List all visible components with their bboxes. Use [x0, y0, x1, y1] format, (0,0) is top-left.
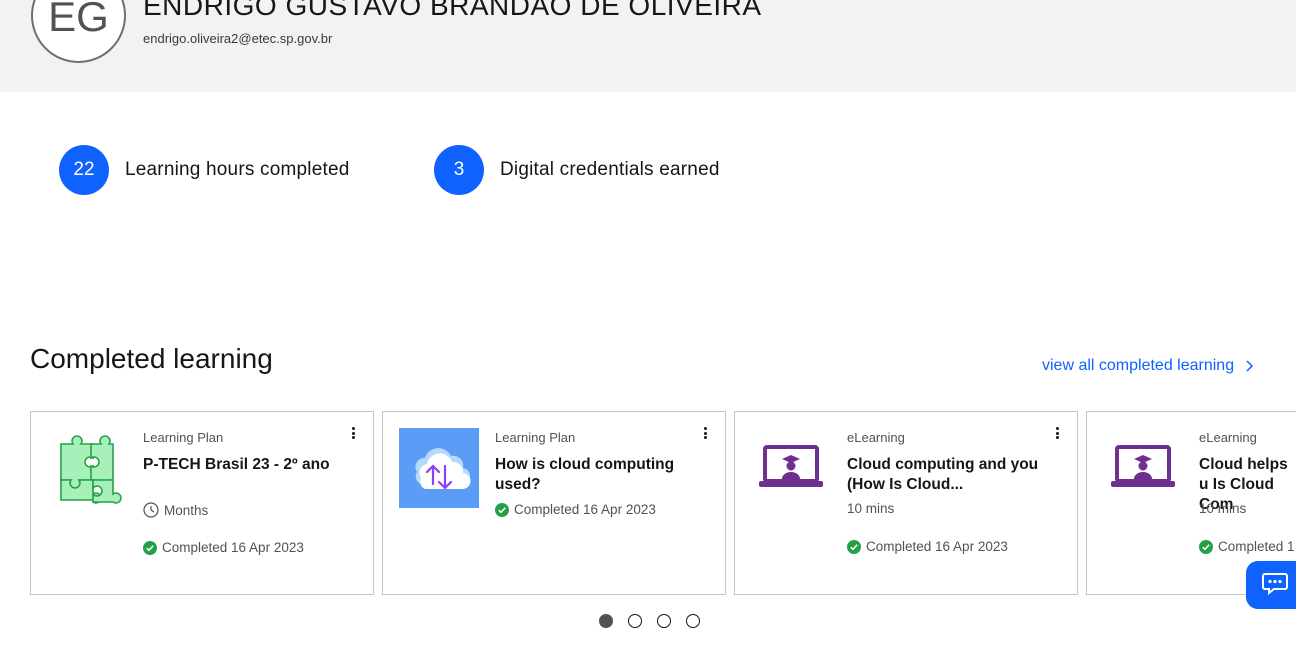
overflow-menu-icon[interactable] [701, 425, 709, 441]
learning-card[interactable]: Learning Plan How is cloud computing use… [382, 411, 726, 595]
card-title[interactable]: How is cloud computing used? [495, 455, 695, 495]
chevron-right-icon [1244, 359, 1254, 373]
stat-learning-hours: 22 Learning hours completed [59, 145, 350, 195]
profile-header: EG ENDRIGO GUSTAVO BRANDÃO DE OLIVEIRA e… [0, 0, 1296, 92]
avatar-initials: EG [48, 0, 109, 40]
stat-value: 22 [59, 145, 109, 195]
stat-label: Digital credentials earned [500, 159, 720, 180]
pagination-dot-2[interactable] [628, 614, 642, 628]
card-type: eLearning [1199, 430, 1257, 445]
card-status-label: Completed 16 Apr 2023 [514, 502, 656, 517]
card-type: eLearning [847, 430, 905, 445]
card-status: Completed 16 Apr 2023 [847, 539, 1008, 554]
card-type: Learning Plan [143, 430, 224, 445]
pagination-dot-3[interactable] [657, 614, 671, 628]
chat-icon [1262, 570, 1288, 601]
overflow-menu-icon[interactable] [349, 425, 357, 441]
card-duration-label: Months [164, 502, 209, 518]
checkmark-filled-icon [847, 539, 861, 554]
overflow-menu-icon[interactable] [1053, 425, 1061, 441]
card-title[interactable]: P-TECH Brasil 23 - 2º ano [143, 455, 343, 475]
stat-value: 3 [434, 145, 484, 195]
card-duration: Months [143, 502, 208, 518]
card-status-label: Completed 16 Apr 2023 [162, 540, 304, 555]
chat-button[interactable] [1246, 561, 1296, 609]
view-all-label: view all completed learning [1042, 357, 1235, 374]
clock-icon [143, 502, 159, 518]
pagination-dot-4[interactable] [686, 614, 700, 628]
avatar: EG [31, 0, 126, 63]
stat-digital-credentials: 3 Digital credentials earned [434, 145, 720, 195]
laptop-graduate-icon [751, 428, 831, 508]
view-all-completed-link[interactable]: view all completed learning [1042, 357, 1254, 375]
checkmark-filled-icon [495, 502, 509, 517]
learning-card[interactable]: Learning Plan P-TECH Brasil 23 - 2º ano … [30, 411, 374, 595]
puzzle-icon [47, 428, 127, 508]
pagination-dot-1[interactable] [599, 614, 613, 628]
card-title[interactable]: Cloud computing and you (How Is Cloud... [847, 455, 1047, 495]
user-email: endrigo.oliveira2@etec.sp.gov.br [143, 31, 333, 46]
card-status: Completed 1 [1199, 539, 1295, 554]
cloud-transfer-icon [399, 428, 479, 508]
card-status-label: Completed 1 [1218, 539, 1295, 554]
card-duration: 10 mins [1199, 501, 1246, 516]
card-status: Completed 16 Apr 2023 [495, 502, 656, 517]
learning-card[interactable]: eLearning Cloud computing and you (How I… [734, 411, 1078, 595]
stat-label: Learning hours completed [125, 159, 350, 180]
carousel-pagination [599, 614, 715, 628]
card-duration-label: 10 mins [847, 501, 895, 516]
section-title: Completed learning [30, 343, 273, 374]
card-status: Completed 16 Apr 2023 [143, 540, 304, 555]
checkmark-filled-icon [143, 540, 157, 555]
card-status-label: Completed 16 Apr 2023 [866, 539, 1008, 554]
user-name: ENDRIGO GUSTAVO BRANDÃO DE OLIVEIRA [143, 0, 762, 21]
card-duration: 10 mins [847, 501, 894, 516]
laptop-graduate-icon [1103, 428, 1183, 508]
card-type: Learning Plan [495, 430, 576, 445]
card-duration-label: 10 mins [1199, 501, 1247, 516]
checkmark-filled-icon [1199, 539, 1213, 554]
